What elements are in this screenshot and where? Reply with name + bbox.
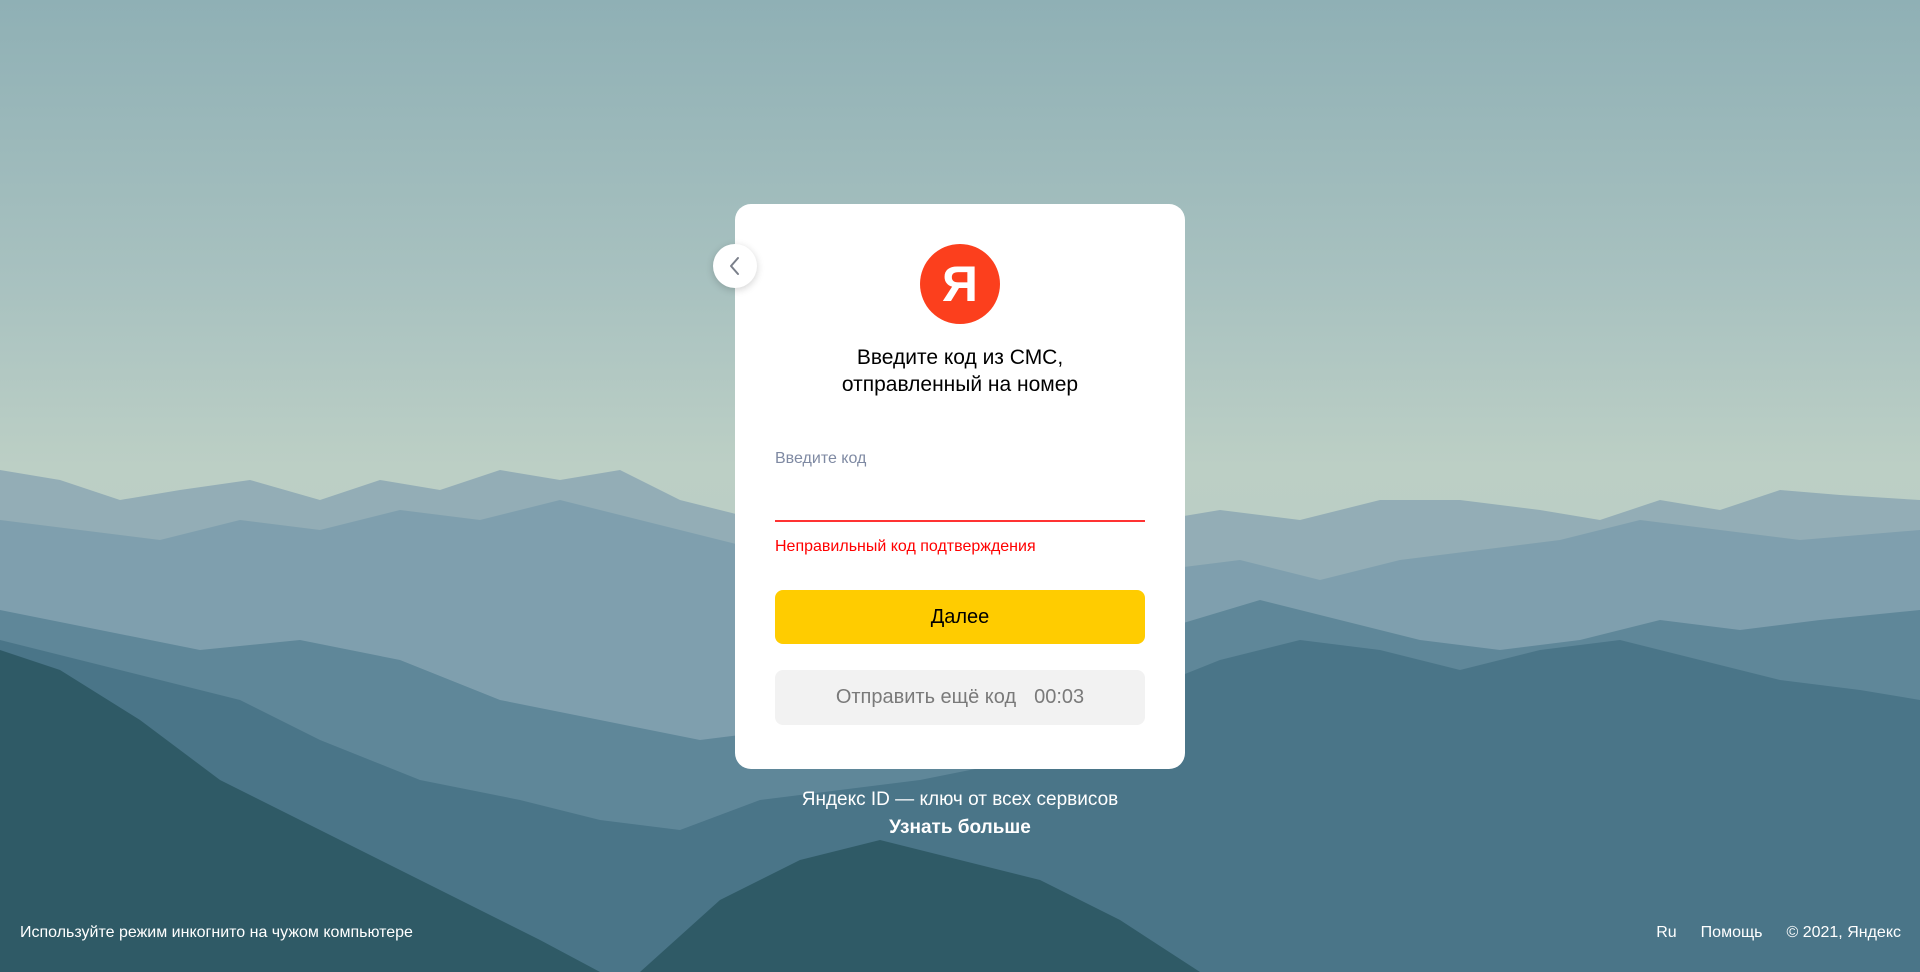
title-line-1: Введите код из СМС, (856, 346, 1064, 369)
promo-block: Яндекс ID — ключ от всех сервисов Узнать… (0, 786, 1920, 842)
copyright: © 2021, Яндекс (1786, 924, 1901, 941)
next-button-label: Далее (930, 605, 990, 628)
resend-button-label: Отправить ещё код (835, 686, 1017, 708)
help-link[interactable]: Помощь (1701, 924, 1763, 942)
incognito-hint: Используйте режим инкогнито на чужом ком… (20, 924, 413, 941)
learn-more-link[interactable]: Узнать больше (889, 814, 1031, 842)
language-switcher[interactable]: Ru (1656, 924, 1676, 942)
logo-letter: Я (942, 256, 978, 312)
auth-card: Я Введите код из СМС, отправленный на но… (735, 204, 1185, 769)
title-line-2: отправленный на номер (841, 373, 1079, 396)
error-message: Неправильный код подтверждения (775, 538, 1036, 555)
page-title: Введите код из СМС, отправленный на номе… (735, 344, 1185, 398)
yandex-logo: Я (920, 244, 1000, 324)
resend-timer: 00:03 (1034, 686, 1085, 708)
promo-text: Яндекс ID — ключ от всех сервисов (801, 789, 1119, 810)
back-button[interactable] (713, 244, 757, 288)
next-button[interactable]: Далее (775, 590, 1145, 644)
footer-links: Ru Помощь © 2021, Яндекс (1656, 924, 1901, 942)
code-field-label: Введите код (775, 450, 867, 467)
code-input[interactable] (775, 478, 1145, 522)
chevron-left-icon (730, 257, 739, 275)
resend-code-button[interactable]: Отправить ещё код 00:03 (775, 670, 1145, 725)
